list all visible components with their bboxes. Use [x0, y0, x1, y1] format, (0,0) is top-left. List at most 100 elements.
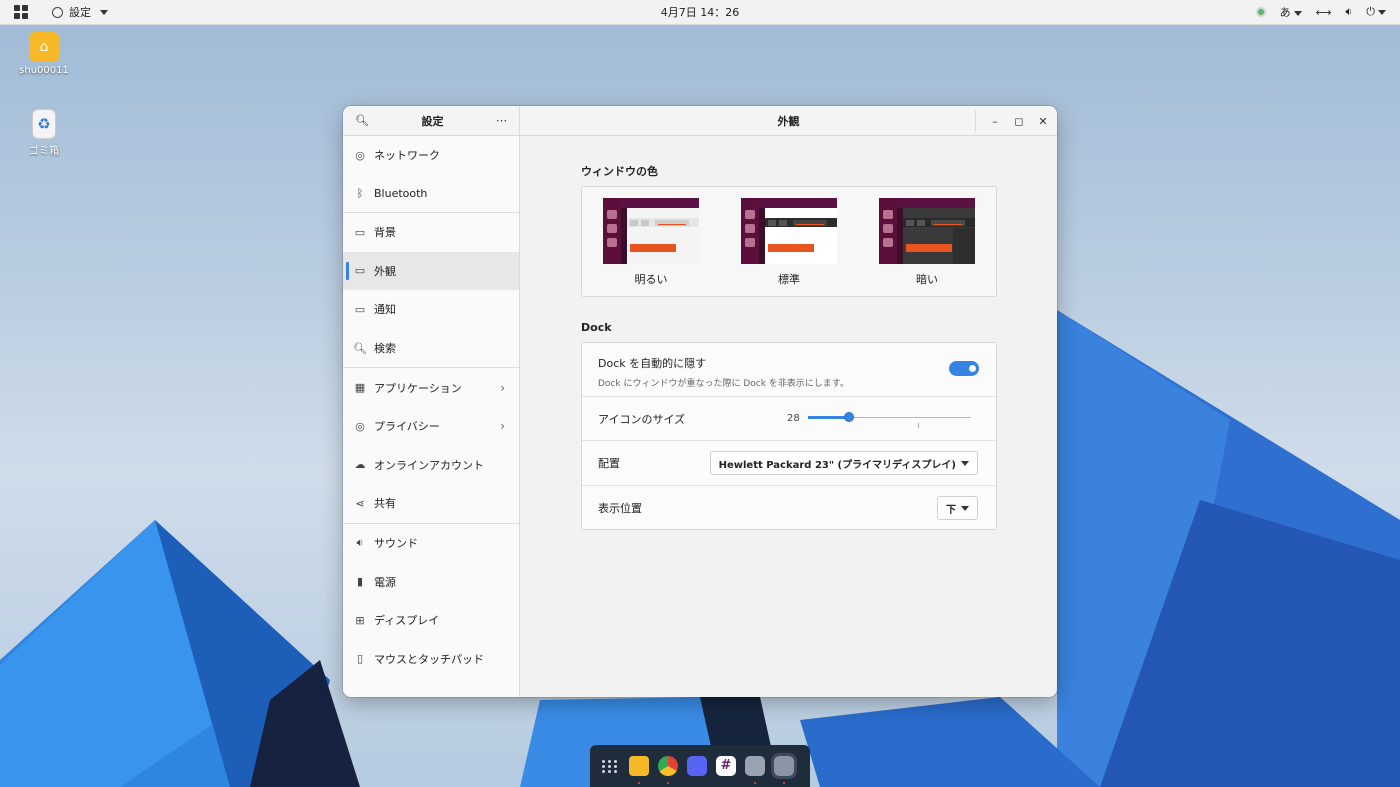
- autohide-toggle[interactable]: [949, 361, 979, 376]
- input-method-label: あ: [1279, 6, 1291, 19]
- sidebar-item-label: 外観: [374, 264, 396, 278]
- sidebar-item-label: 電源: [374, 575, 396, 589]
- privacy-icon: ◎: [355, 419, 365, 433]
- placement-label: 配置: [598, 457, 620, 470]
- placement-dropdown[interactable]: Hewlett Packard 23" (プライマリディスプレイ): [709, 451, 978, 475]
- more-menu-icon[interactable]: ⋯: [496, 114, 507, 127]
- display-icon: ⊞: [355, 613, 365, 627]
- icon-size-slider[interactable]: [808, 412, 971, 428]
- power-menu[interactable]: ⏻: [1366, 5, 1386, 19]
- position-dropdown[interactable]: 下: [937, 496, 978, 520]
- theme-dark-preview: [879, 198, 975, 264]
- chevron-down-icon: [100, 9, 108, 15]
- sidebar-item-network[interactable]: ◎ ネットワーク: [343, 136, 519, 174]
- top-bar: 設定 4月7日 14：26 あ ⟷ 🔉︎ ⏻: [0, 0, 1400, 25]
- toggle-app-icon[interactable]: [745, 756, 765, 784]
- dock: #: [590, 745, 810, 787]
- desktop-icon-label: ゴミ箱: [29, 146, 59, 157]
- autohide-description: Dock にウィンドウが重なった際に Dock を非表示にします。: [598, 379, 849, 389]
- sidebar-item-appearance[interactable]: ▭ 外観: [343, 251, 519, 291]
- sidebar-item-sharing[interactable]: ⋖ 共有: [343, 484, 519, 523]
- theme-dark-option[interactable]: 暗い: [879, 198, 975, 287]
- slider-fill: [808, 416, 849, 419]
- maximize-icon[interactable]: ◻: [1013, 115, 1025, 128]
- notification-icon: ▭: [354, 302, 366, 316]
- network-status-icon[interactable]: ⟷: [1316, 6, 1332, 19]
- sidebar-item-privacy[interactable]: ◎ プライバシー ›: [343, 407, 519, 446]
- chevron-down-icon: [961, 460, 969, 466]
- settings-app-icon: [52, 6, 63, 18]
- chevron-right-icon: ›: [500, 419, 505, 434]
- sidebar-item-label: プライバシー: [374, 420, 440, 434]
- sidebar-item-label: Bluetooth: [374, 186, 428, 200]
- sidebar-item-online-accounts[interactable]: ☁︎ オンラインアカウント: [343, 446, 519, 485]
- divider: [975, 110, 976, 132]
- sidebar-item-bluetooth[interactable]: ᛒ Bluetooth: [343, 174, 519, 212]
- autohide-label: Dock を自動的に隠す: [598, 357, 707, 370]
- apps-icon: ▦: [354, 381, 366, 395]
- app-menu[interactable]: 設定: [52, 4, 108, 20]
- slider-tick: [918, 423, 919, 428]
- theme-standard-preview: [741, 198, 837, 264]
- sidebar-item-power[interactable]: ▮ 電源: [343, 562, 519, 601]
- volume-icon[interactable]: 🔉︎: [1345, 5, 1352, 19]
- activities-grid-icon[interactable]: [14, 5, 28, 19]
- sidebar-title: 設定: [421, 114, 444, 128]
- sidebar-item-label: ディスプレイ: [374, 614, 440, 628]
- sidebar-item-label: アプリケーション: [374, 381, 462, 395]
- settings-icon[interactable]: [771, 753, 797, 784]
- page-title: 外観: [777, 114, 800, 128]
- sidebar-item-background[interactable]: ▭ 背景: [343, 213, 519, 252]
- trash-icon: [32, 109, 56, 139]
- search-icon: 🔍︎: [353, 341, 367, 355]
- theme-light-option[interactable]: 明るい: [603, 198, 699, 287]
- icon-size-row: アイコンのサイズ 28: [582, 397, 996, 441]
- app-grid-icon: [602, 759, 618, 773]
- clock[interactable]: 4月7日 14：26: [661, 6, 740, 19]
- bluetooth-icon: ᛒ: [356, 186, 364, 200]
- files-icon[interactable]: [629, 756, 649, 784]
- sidebar-item-label: ネットワーク: [374, 149, 440, 162]
- show-apps-button[interactable]: [600, 756, 620, 776]
- close-icon[interactable]: ✕: [1037, 115, 1049, 128]
- position-label: 表示位置: [598, 502, 642, 515]
- sidebar-item-label: サウンド: [374, 537, 418, 551]
- slider-handle[interactable]: [844, 412, 854, 422]
- sidebar-item-search[interactable]: 🔍︎ 検索: [343, 329, 519, 368]
- autohide-row: Dock を自動的に隠す Dock にウィンドウが重なった際に Dock を非表…: [582, 343, 996, 397]
- mouse-icon: ▯: [356, 652, 364, 666]
- theme-label: 明るい: [634, 273, 668, 286]
- sidebar-item-applications[interactable]: ▦ アプリケーション ›: [343, 368, 519, 407]
- desktop-icon-label: shu00011: [19, 65, 69, 76]
- window-color-title: ウィンドウの色: [581, 165, 658, 178]
- sidebar-header: 🔍︎ 設定 ⋯: [343, 106, 519, 136]
- dock-settings-card: Dock を自動的に隠す Dock にウィンドウが重なった際に Dock を非表…: [581, 342, 997, 530]
- placement-value: Hewlett Packard 23" (プライマリディスプレイ): [718, 459, 956, 471]
- sidebar-item-notifications[interactable]: ▭ 通知: [343, 290, 519, 329]
- sidebar-item-label: 共有: [374, 497, 396, 511]
- icon-size-value: 28: [787, 413, 800, 424]
- dock-section-title: Dock: [581, 321, 612, 334]
- sidebar-item-mouse-touchpad[interactable]: ▯ マウスとタッチパッド: [343, 640, 519, 679]
- window-controls: – ◻ ✕: [975, 106, 1049, 136]
- sidebar-item-label: オンラインアカウント: [374, 458, 484, 472]
- sidebar-item-displays[interactable]: ⊞ ディスプレイ: [343, 601, 519, 640]
- placement-row: 配置 Hewlett Packard 23" (プライマリディスプレイ): [582, 441, 996, 486]
- search-icon[interactable]: 🔍︎: [355, 114, 369, 127]
- sidebar-item-sound[interactable]: 🔉︎ サウンド: [343, 524, 519, 563]
- chevron-down-icon: [1378, 9, 1386, 15]
- status-indicator-icon[interactable]: [1255, 7, 1266, 17]
- desktop-icon-trash[interactable]: ゴミ箱: [9, 109, 79, 157]
- desktop-icon-home[interactable]: shu00011: [9, 32, 79, 76]
- theme-standard-option[interactable]: 標準: [741, 198, 837, 287]
- theme-label: 暗い: [916, 273, 938, 286]
- share-icon: ⋖: [355, 496, 365, 510]
- sidebar-item-label: 背景: [374, 226, 396, 240]
- slack-icon[interactable]: #: [716, 756, 736, 776]
- position-value: 下: [946, 504, 956, 516]
- input-method-menu[interactable]: あ: [1280, 4, 1302, 20]
- chrome-icon[interactable]: [658, 756, 678, 784]
- minimize-icon[interactable]: –: [989, 115, 1001, 128]
- network-icon: ◎: [355, 148, 365, 162]
- discord-icon[interactable]: [687, 756, 707, 776]
